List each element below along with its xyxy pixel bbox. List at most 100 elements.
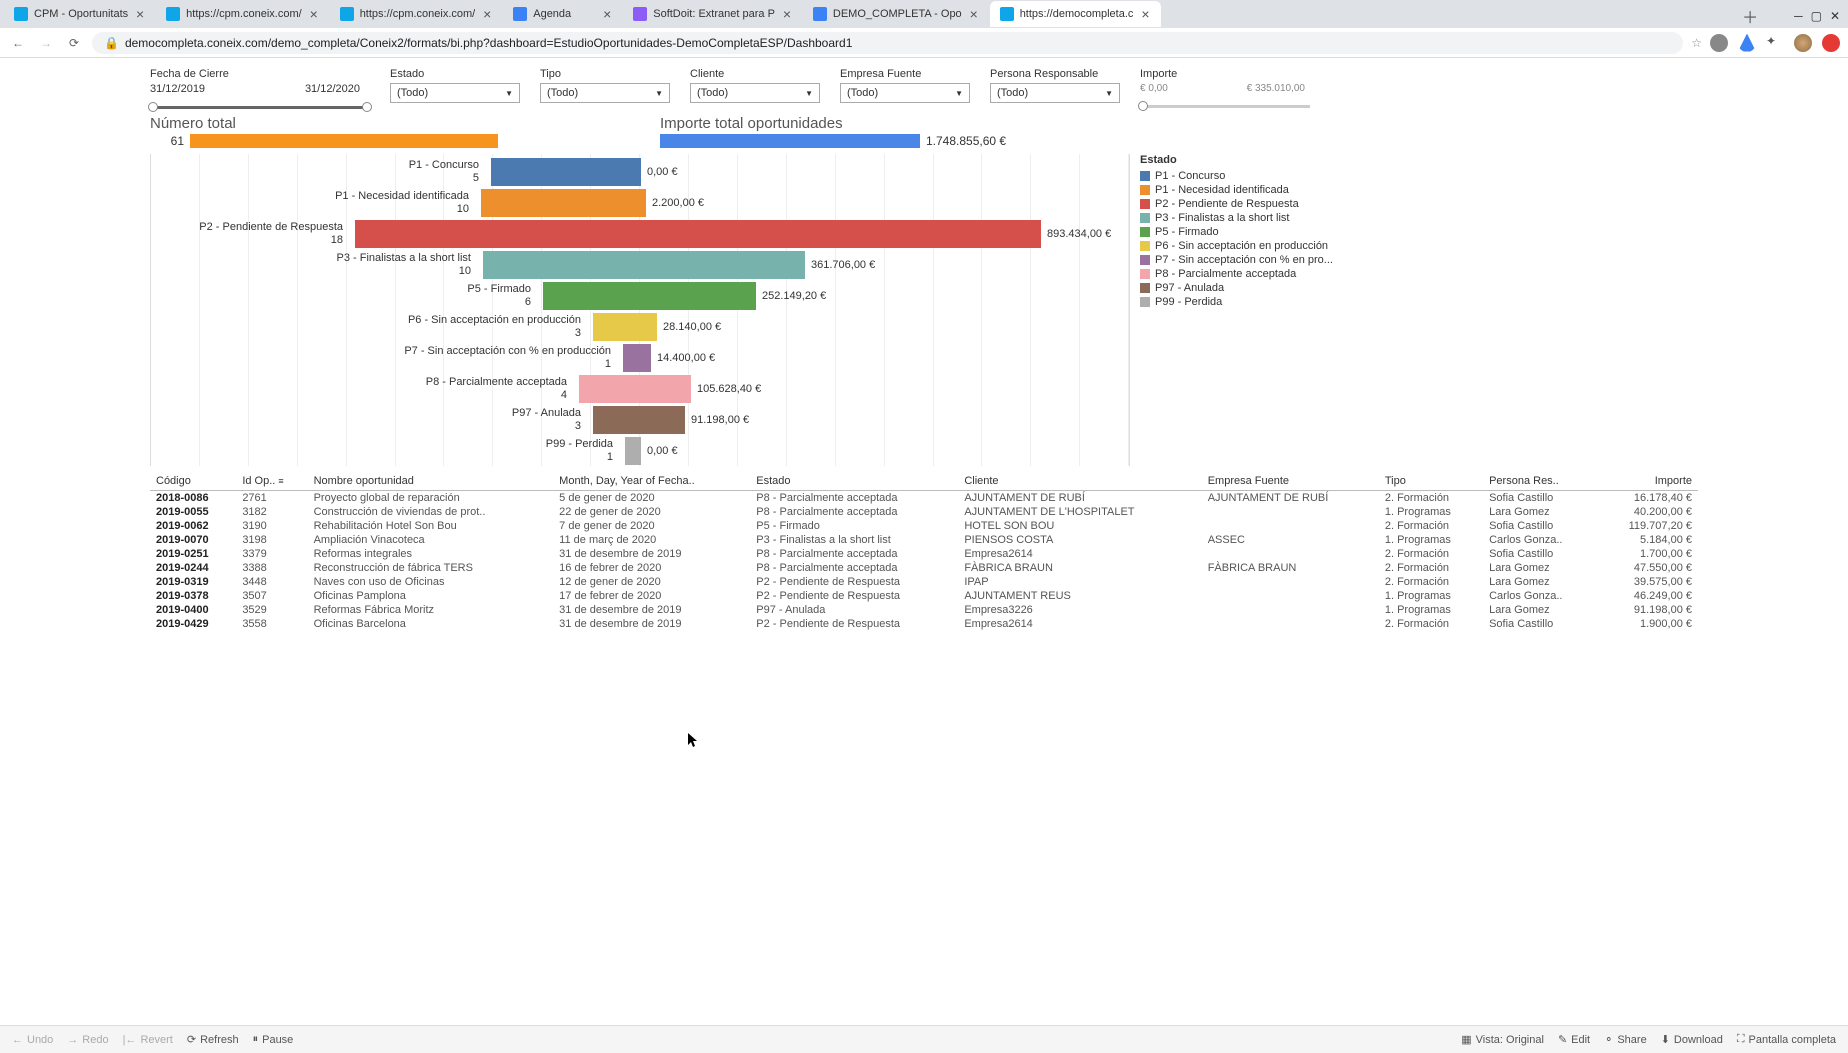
estado-dropdown[interactable]: (Todo)▼: [390, 83, 520, 103]
funnel-bar[interactable]: [481, 189, 646, 217]
table-row[interactable]: 2019-0055 3182 Construcción de viviendas…: [150, 505, 1698, 519]
browser-tab[interactable]: CPM - Oportunitats×: [4, 1, 156, 27]
funnel-bar[interactable]: [593, 313, 657, 341]
table-row[interactable]: 2019-0378 3507 Oficinas Pamplona 17 de f…: [150, 589, 1698, 603]
share-button[interactable]: ⚬ Share: [1604, 1033, 1647, 1046]
funnel-row[interactable]: P99 - Perdida1 0,00 €: [151, 435, 1129, 466]
reload-button[interactable]: ⟳: [64, 33, 84, 53]
tab-close-icon[interactable]: ×: [481, 8, 493, 20]
pause-button[interactable]: ⏸ Pause: [253, 1033, 294, 1046]
persona-dropdown[interactable]: (Todo)▼: [990, 83, 1120, 103]
empresa-dropdown[interactable]: (Todo)▼: [840, 83, 970, 103]
col-empresa[interactable]: Empresa Fuente: [1202, 472, 1379, 491]
cell-nombre: Reconstrucción de fábrica TERS: [308, 561, 554, 575]
new-tab-button[interactable]: ＋: [1742, 4, 1758, 28]
tab-close-icon[interactable]: ×: [308, 8, 320, 20]
avatar[interactable]: [1794, 34, 1812, 52]
table-row[interactable]: 2019-0251 3379 Reformas integrales 31 de…: [150, 547, 1698, 561]
legend-item[interactable]: P99 - Perdida: [1140, 296, 1333, 308]
extensions-menu-icon[interactable]: ✦: [1766, 34, 1784, 52]
funnel-row[interactable]: P1 - Concurso5 0,00 €: [151, 156, 1129, 187]
edit-button[interactable]: ✎ Edit: [1558, 1033, 1590, 1046]
legend-item[interactable]: P97 - Anulada: [1140, 282, 1333, 294]
col-codigo[interactable]: Código: [150, 472, 236, 491]
table-row[interactable]: 2019-0070 3198 Ampliación Vinacoteca 11 …: [150, 533, 1698, 547]
ext-icon-5[interactable]: [1822, 34, 1840, 52]
download-button[interactable]: ⬇ Download: [1661, 1033, 1723, 1046]
tab-close-icon[interactable]: ×: [968, 8, 980, 20]
tab-close-icon[interactable]: ×: [1139, 8, 1151, 20]
browser-tab[interactable]: https://cpm.coneix.com/×: [156, 1, 330, 27]
fecha-slider[interactable]: [150, 106, 370, 109]
funnel-row[interactable]: P6 - Sin acceptación en producción3 28.1…: [151, 311, 1129, 342]
revert-button[interactable]: |← Revert: [123, 1034, 173, 1046]
funnel-row[interactable]: P97 - Anulada3 91.198,00 €: [151, 404, 1129, 435]
forward-button[interactable]: →: [36, 33, 56, 53]
ext-icon-1[interactable]: [1710, 34, 1728, 52]
col-id[interactable]: Id Op.. ≡: [236, 472, 307, 491]
browser-tab[interactable]: SoftDoit: Extranet para P×: [623, 1, 803, 27]
funnel-bar[interactable]: [623, 344, 651, 372]
col-tipo[interactable]: Tipo: [1379, 472, 1483, 491]
back-button[interactable]: ←: [8, 33, 28, 53]
legend-item[interactable]: P5 - Firmado: [1140, 226, 1333, 238]
legend-swatch: [1140, 185, 1150, 195]
table-row[interactable]: 2019-0400 3529 Reformas Fábrica Moritz 3…: [150, 603, 1698, 617]
table-row[interactable]: 2019-0319 3448 Naves con uso de Oficinas…: [150, 575, 1698, 589]
funnel-row[interactable]: P5 - Firmado6 252.149,20 €: [151, 280, 1129, 311]
maximize-button[interactable]: ▢: [1811, 9, 1822, 23]
funnel-bar[interactable]: [355, 220, 1041, 248]
funnel-row[interactable]: P2 - Pendiente de Respuesta18 893.434,00…: [151, 218, 1129, 249]
col-nombre[interactable]: Nombre oportunidad: [308, 472, 554, 491]
tab-close-icon[interactable]: ×: [134, 8, 146, 20]
table-row[interactable]: 2019-0062 3190 Rehabilitación Hotel Son …: [150, 519, 1698, 533]
col-fecha[interactable]: Month, Day, Year of Fecha..: [553, 472, 750, 491]
legend-item[interactable]: P3 - Finalistas a la short list: [1140, 212, 1333, 224]
undo-button[interactable]: ← Undo: [12, 1034, 53, 1046]
funnel-bar[interactable]: [593, 406, 685, 434]
funnel-row[interactable]: P3 - Finalistas a la short list10 361.70…: [151, 249, 1129, 280]
legend-item[interactable]: P8 - Parcialmente acceptada: [1140, 268, 1333, 280]
funnel-row[interactable]: P7 - Sin acceptación con % en producción…: [151, 342, 1129, 373]
col-persona[interactable]: Persona Res..: [1483, 472, 1597, 491]
legend-item[interactable]: P6 - Sin acceptación en producción: [1140, 240, 1333, 252]
browser-tab[interactable]: https://democompleta.c×: [990, 1, 1162, 27]
tab-close-icon[interactable]: ×: [781, 8, 793, 20]
col-importe[interactable]: Importe: [1597, 472, 1698, 491]
url-bar[interactable]: 🔒 democompleta.coneix.com/demo_completa/…: [92, 32, 1683, 54]
browser-tab[interactable]: Agenda×: [503, 1, 623, 27]
table-row[interactable]: 2019-0429 3558 Oficinas Barcelona 31 de …: [150, 617, 1698, 631]
col-cliente[interactable]: Cliente: [958, 472, 1201, 491]
funnel-bar[interactable]: [625, 437, 641, 465]
tab-close-icon[interactable]: ×: [601, 8, 613, 20]
tipo-dropdown[interactable]: (Todo)▼: [540, 83, 670, 103]
funnel-bar[interactable]: [483, 251, 805, 279]
importe-slider[interactable]: [1140, 105, 1310, 108]
funnel-row[interactable]: P8 - Parcialmente acceptada4 105.628,40 …: [151, 373, 1129, 404]
fullscreen-button[interactable]: ⛶ Pantalla completa: [1737, 1033, 1836, 1046]
funnel-bar[interactable]: [543, 282, 756, 310]
legend-item[interactable]: P2 - Pendiente de Respuesta: [1140, 198, 1333, 210]
funnel-bar[interactable]: [491, 158, 641, 186]
bookmark-icon[interactable]: ☆: [1691, 36, 1702, 50]
close-window-button[interactable]: ✕: [1830, 9, 1840, 23]
minimize-button[interactable]: ─: [1794, 9, 1803, 23]
funnel-bar[interactable]: [579, 375, 691, 403]
browser-tab[interactable]: DEMO_COMPLETA - Opo×: [803, 1, 990, 27]
col-estado[interactable]: Estado: [750, 472, 958, 491]
cliente-dropdown[interactable]: (Todo)▼: [690, 83, 820, 103]
ext-icon-2[interactable]: [1738, 34, 1756, 52]
funnel-chart[interactable]: P1 - Concurso5 0,00 € P1 - Necesidad ide…: [150, 154, 1130, 466]
legend-item[interactable]: P1 - Concurso: [1140, 170, 1333, 182]
vista-button[interactable]: ▦ Vista: Original: [1461, 1033, 1544, 1046]
redo-button[interactable]: → Redo: [67, 1034, 108, 1046]
kpi-numero-bar[interactable]: [190, 134, 498, 148]
browser-tab[interactable]: https://cpm.coneix.com/×: [330, 1, 504, 27]
table-row[interactable]: 2018-0086 2761 Proyecto global de repara…: [150, 491, 1698, 506]
table-row[interactable]: 2019-0244 3388 Reconstrucción de fábrica…: [150, 561, 1698, 575]
kpi-importe-bar[interactable]: [660, 134, 920, 148]
legend-item[interactable]: P1 - Necesidad identificada: [1140, 184, 1333, 196]
legend-item[interactable]: P7 - Sin acceptación con % en pro...: [1140, 254, 1333, 266]
funnel-row[interactable]: P1 - Necesidad identificada10 2.200,00 €: [151, 187, 1129, 218]
refresh-button[interactable]: ⟳ Refresh: [187, 1033, 239, 1046]
